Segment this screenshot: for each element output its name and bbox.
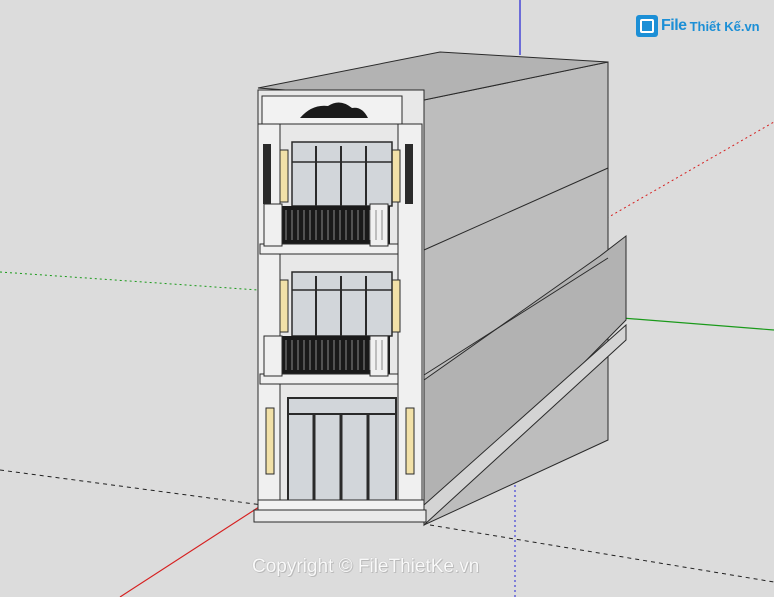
logo-icon xyxy=(636,15,658,37)
green-axis-solid xyxy=(621,317,774,331)
base-step-1 xyxy=(257,499,425,511)
accent-panel-right-1 xyxy=(391,149,401,203)
copyright-watermark: Copyright © FileThietKe.vn xyxy=(252,556,480,577)
accent-panel-right-3 xyxy=(405,407,415,475)
logo-rest-text: Thiết Kế.vn xyxy=(689,18,760,34)
balcony-3f-post-left xyxy=(263,203,283,247)
pilaster-flute-left-1 xyxy=(263,144,271,204)
modeling-viewport[interactable]: File Thiết Kế.vn Copyright © FileThietKe… xyxy=(0,0,774,597)
green-axis-dashed xyxy=(0,271,259,291)
accent-panel-left-3 xyxy=(265,407,275,475)
balcony-2f-post-left xyxy=(263,335,283,377)
filethietke-logo: File Thiết Kế.vn xyxy=(636,14,760,38)
black-axis-dashed-right xyxy=(429,524,774,583)
accent-panel-left-1 xyxy=(279,149,289,203)
pilaster-flute-right-1 xyxy=(405,144,413,204)
base-step-2 xyxy=(253,509,427,523)
balcony-2f-post-right xyxy=(369,335,389,377)
logo-file-text: File xyxy=(661,17,687,34)
3d-scene[interactable] xyxy=(0,0,774,597)
black-axis-dashed-left xyxy=(0,469,263,506)
accent-panel-right-2 xyxy=(391,279,401,333)
balcony-3f-post-right xyxy=(369,203,389,247)
red-axis-solid xyxy=(119,504,263,597)
accent-panel-left-2 xyxy=(279,279,289,333)
